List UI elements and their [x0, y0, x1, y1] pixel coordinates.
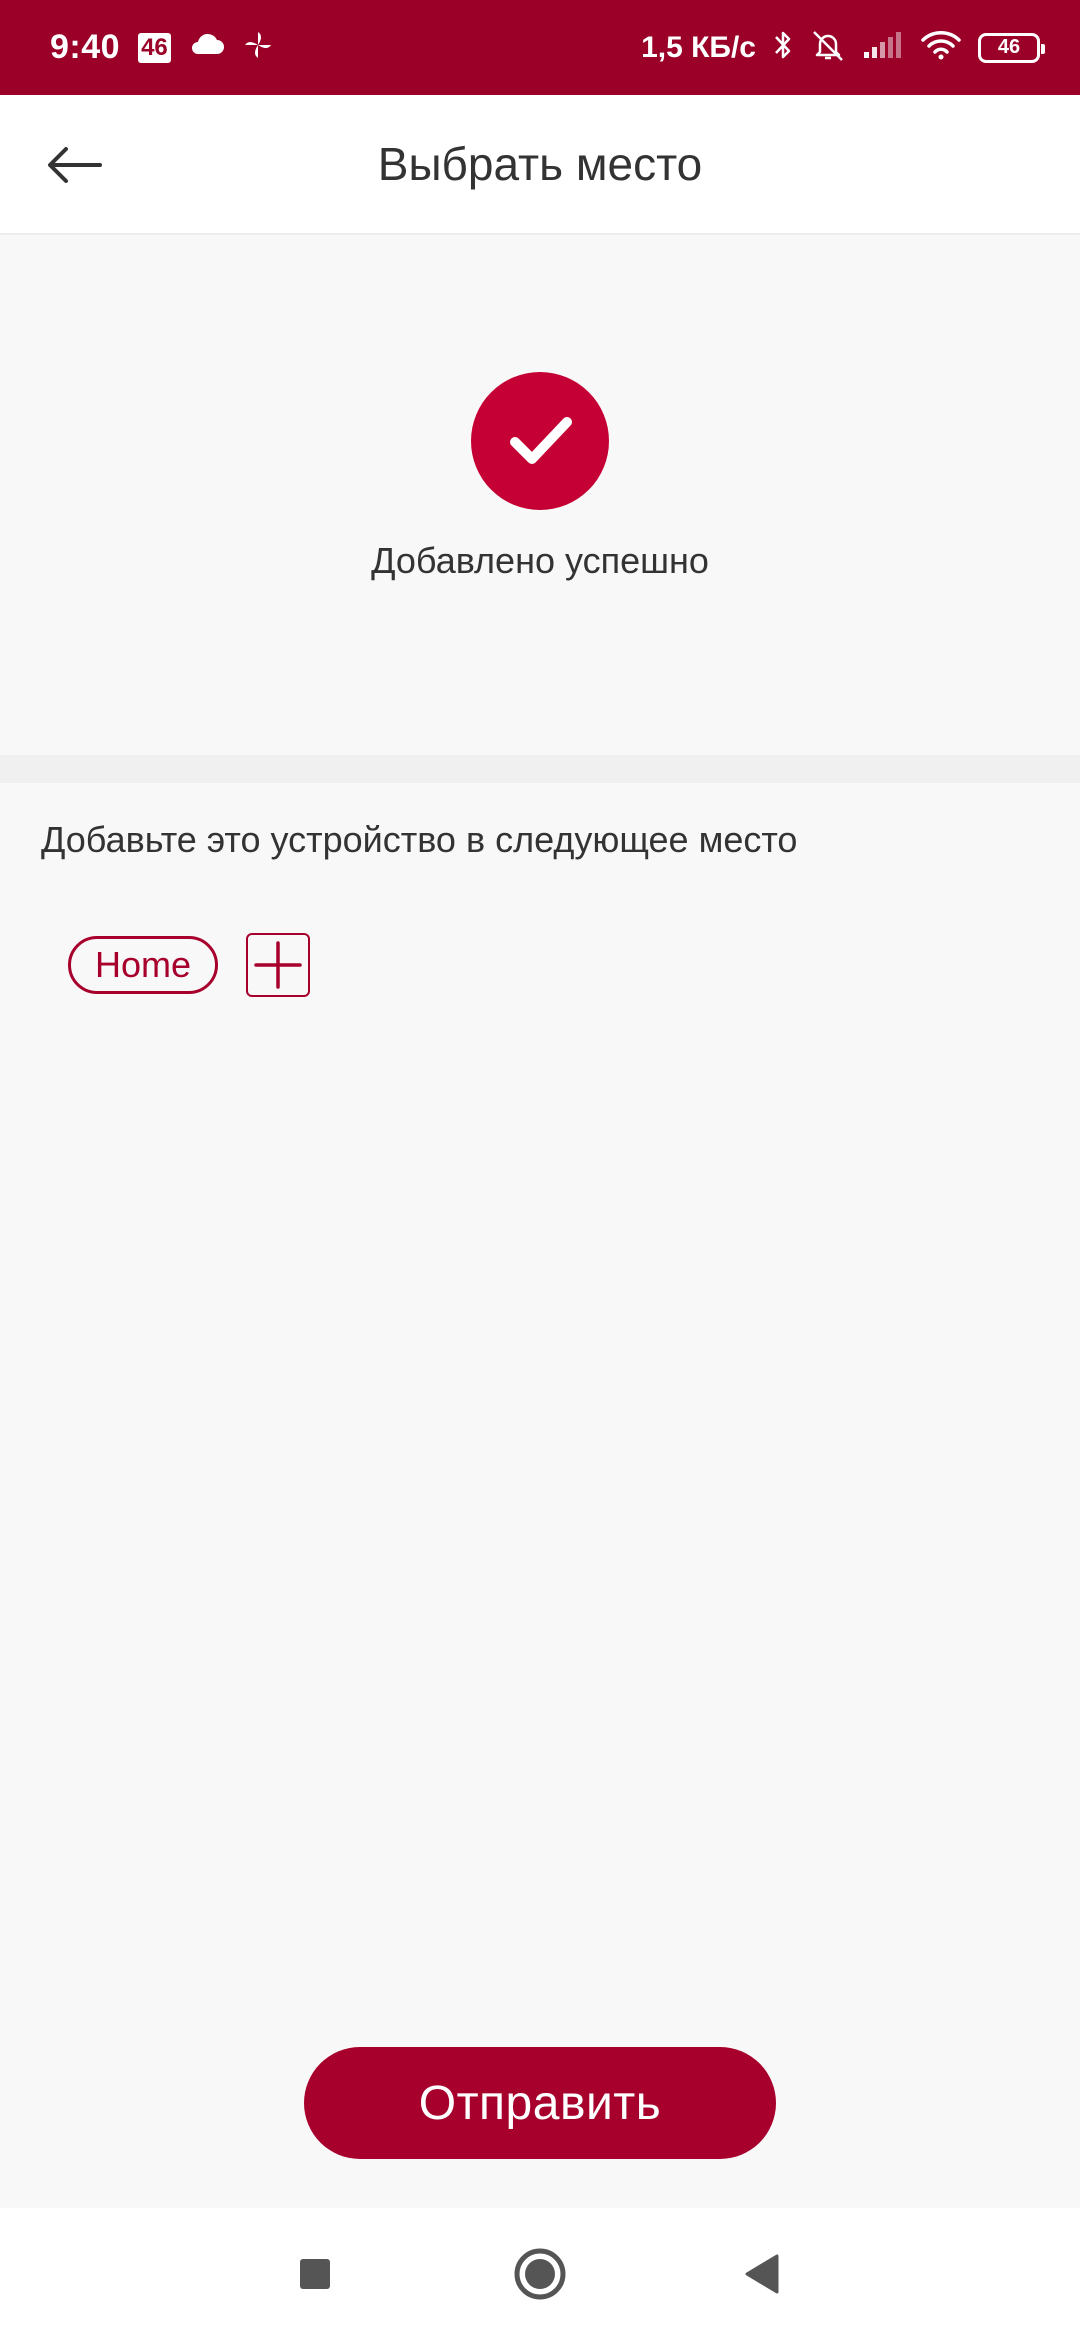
- status-right: 1,5 КБ/с 46: [641, 0, 1045, 95]
- home-button[interactable]: [490, 2208, 590, 2340]
- back-nav-button[interactable]: [712, 2208, 812, 2340]
- status-bar: 9:40 46 1,5 КБ/с 46: [0, 0, 1080, 95]
- cloud-icon: [189, 33, 225, 62]
- signal-icon: [862, 30, 904, 65]
- app-bar: Выбрать место: [0, 95, 1080, 235]
- place-heading: Добавьте это устройство в следующее мест…: [41, 819, 798, 860]
- success-check-icon: [471, 372, 609, 510]
- status-time: 9:40: [50, 28, 121, 66]
- success-section: Добавлено успешно: [0, 235, 1080, 755]
- network-badge: 46: [138, 32, 171, 63]
- section-divider: [0, 755, 1080, 783]
- wifi-icon: [920, 29, 962, 66]
- bluetooth-icon: [772, 28, 794, 67]
- plus-icon: [254, 941, 302, 989]
- submit-button[interactable]: Отправить: [304, 2047, 776, 2159]
- nav-bar: [0, 2208, 1080, 2340]
- battery-level: 46: [997, 36, 1021, 58]
- alarm-off-icon: [810, 28, 846, 67]
- triangle-back-icon: [745, 2254, 779, 2294]
- pinwheel-icon: [243, 30, 273, 65]
- square-icon: [300, 2259, 330, 2289]
- back-button[interactable]: [40, 133, 110, 197]
- circle-icon: [514, 2248, 566, 2300]
- battery-icon: 46: [978, 32, 1045, 63]
- place-chips: Home: [68, 933, 311, 997]
- page-title: Выбрать место: [377, 138, 703, 190]
- status-left: 9:40 46: [50, 0, 273, 95]
- arrow-left-icon: [48, 147, 102, 183]
- place-chip-home[interactable]: Home: [68, 936, 219, 994]
- net-speed: 1,5 КБ/с: [641, 30, 756, 64]
- add-place-button[interactable]: [246, 933, 311, 997]
- success-message: Добавлено успешно: [371, 540, 709, 581]
- recent-apps-button[interactable]: [265, 2208, 365, 2340]
- place-section: Добавьте это устройство в следующее мест…: [0, 783, 1080, 2208]
